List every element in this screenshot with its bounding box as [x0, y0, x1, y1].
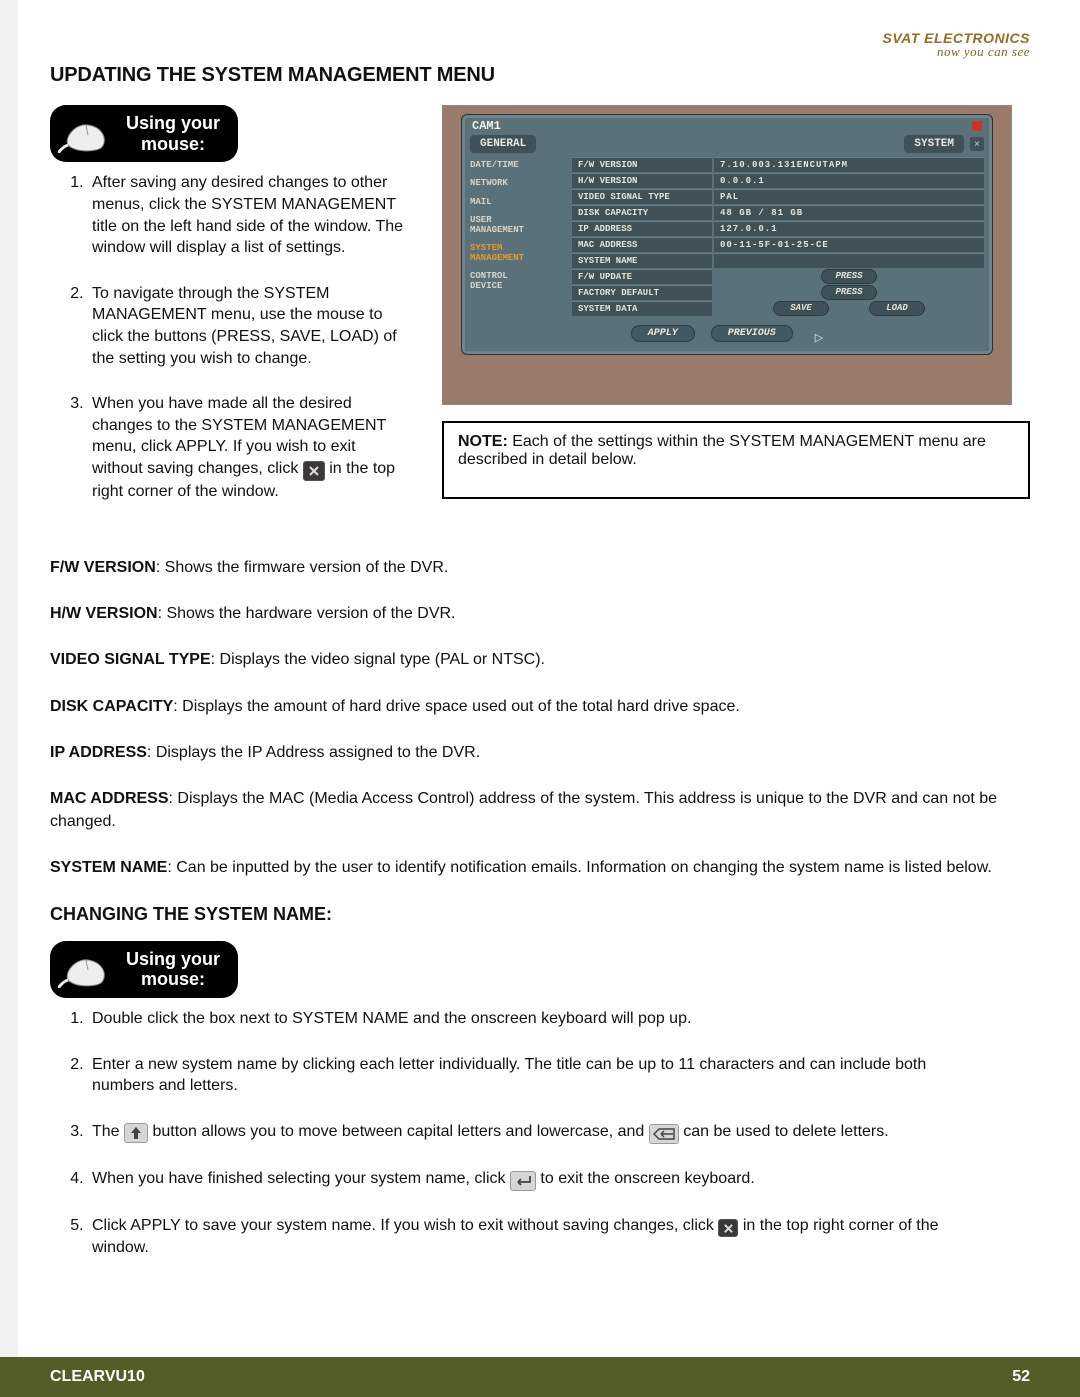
section2-title: CHANGING THE SYSTEM NAME: — [50, 904, 1030, 925]
ss-value: PAL — [714, 189, 984, 204]
ss-previous-button[interactable]: PREVIOUS — [711, 325, 793, 342]
ss-label: IP ADDRESS — [572, 221, 712, 236]
sidebar-item-mail[interactable]: MAIL — [470, 198, 566, 207]
ss-press-button[interactable]: PRESS — [821, 269, 877, 284]
sidebar-item-network[interactable]: NETWORK — [470, 179, 566, 188]
cursor-icon: ▷ — [815, 331, 823, 344]
ss-label: DISK CAPACITY — [572, 205, 712, 220]
ss-label: SYSTEM DATA — [572, 301, 712, 316]
footer-model: CLEARVU10 — [50, 1368, 145, 1386]
note-label: NOTE: — [458, 433, 508, 450]
close-icon — [718, 1219, 738, 1237]
note-box: NOTE: Each of the settings within the SY… — [442, 421, 1030, 499]
mouse-badge-text: Using your mouse: — [126, 113, 220, 154]
ss-value: 0.0.0.1 — [714, 173, 984, 188]
sidebar-item-system-mgmt[interactable]: SYSTEM MANAGEMENT — [470, 244, 566, 263]
section1-title: UPDATING THE SYSTEM MANAGEMENT MENU — [50, 64, 1030, 87]
enter-icon — [510, 1171, 536, 1191]
brand-tagline: now you can see — [50, 44, 1030, 60]
ss-label: SYSTEM NAME — [572, 253, 712, 268]
definition-item: IP ADDRESS: Displays the IP Address assi… — [50, 742, 1030, 764]
definition-item: SYSTEM NAME: Can be inputted by the user… — [50, 857, 1030, 879]
mouse-icon — [58, 115, 112, 153]
close-icon — [303, 461, 325, 481]
ss-cam-label: CAM1 — [472, 119, 501, 133]
steps-list-1: After saving any desired changes to othe… — [50, 172, 410, 502]
definition-item: H/W VERSION: Shows the hardware version … — [50, 603, 1030, 625]
ss-save-button[interactable]: SAVE — [773, 301, 829, 316]
step-3: When you have made all the desired chang… — [88, 393, 410, 502]
ss-value — [714, 253, 984, 268]
ss-label: FACTORY DEFAULT — [572, 285, 712, 300]
steps-list-2: Double click the box next to SYSTEM NAME… — [50, 1008, 970, 1259]
ss-value: 48 GB / 81 GB — [714, 205, 984, 220]
ss-value: 127.0.0.1 — [714, 221, 984, 236]
step-2: To navigate through the SYSTEM MANAGEMEN… — [88, 283, 410, 369]
step2-4: When you have finished selecting your sy… — [88, 1168, 970, 1191]
note-text: Each of the settings within the SYSTEM M… — [458, 433, 986, 468]
step2-5: Click APPLY to save your system name. If… — [88, 1215, 970, 1259]
ss-label: F/W UPDATE — [572, 269, 712, 284]
ss-actions: APPLY PREVIOUS ▷ — [462, 325, 992, 342]
shift-icon — [124, 1123, 148, 1143]
ss-load-button[interactable]: LOAD — [869, 301, 925, 316]
ss-label: MAC ADDRESS — [572, 237, 712, 252]
record-icon — [972, 121, 982, 131]
ss-press-button[interactable]: PRESS — [821, 285, 877, 300]
step2-3: The button allows you to move between ca… — [88, 1121, 970, 1144]
step2-2: Enter a new system name by clicking each… — [88, 1054, 970, 1097]
mouse-badge: Using your mouse: — [50, 105, 238, 162]
backspace-icon — [649, 1124, 679, 1144]
mouse-badge-2: Using your mouse: — [50, 941, 238, 998]
mouse-icon — [58, 950, 112, 988]
definition-item: F/W VERSION: Shows the firmware version … — [50, 557, 1030, 579]
sidebar-item-datetime[interactable]: DATE/TIME — [470, 161, 566, 170]
ss-close-icon[interactable]: × — [970, 137, 984, 151]
ss-tab-system[interactable]: SYSTEM — [904, 135, 964, 153]
sidebar-item-user-mgmt[interactable]: USER MANAGEMENT — [470, 216, 566, 235]
brand-block: SVAT ELECTRONICS now you can see — [50, 30, 1030, 60]
ss-sidebar: DATE/TIME NETWORK MAIL USER MANAGEMENT S… — [470, 157, 566, 317]
footer-page-number: 52 — [1012, 1368, 1030, 1386]
definitions-list: F/W VERSION: Shows the firmware version … — [50, 557, 1030, 880]
step2-1: Double click the box next to SYSTEM NAME… — [88, 1008, 970, 1030]
ss-apply-button[interactable]: APPLY — [631, 325, 695, 342]
step-1: After saving any desired changes to othe… — [88, 172, 410, 258]
definition-item: DISK CAPACITY: Displays the amount of ha… — [50, 696, 1030, 718]
ss-label: VIDEO SIGNAL TYPE — [572, 189, 712, 204]
ss-label: F/W VERSION — [572, 157, 712, 172]
ss-value: 00-11-5F-01-25-CE — [714, 237, 984, 252]
page-footer: CLEARVU10 52 — [0, 1357, 1080, 1397]
ss-value: 7.10.003.131ENCUTAPM — [714, 157, 984, 172]
sidebar-item-control-device[interactable]: CONTROL DEVICE — [470, 272, 566, 291]
system-mgmt-screenshot: CAM1 GENERAL SYSTEM × DATE/TIME NETW — [442, 105, 1012, 405]
ss-tab-general[interactable]: GENERAL — [470, 135, 536, 153]
definition-item: MAC ADDRESS: Displays the MAC (Media Acc… — [50, 788, 1030, 833]
ss-label: H/W VERSION — [572, 173, 712, 188]
definition-item: VIDEO SIGNAL TYPE: Displays the video si… — [50, 649, 1030, 671]
